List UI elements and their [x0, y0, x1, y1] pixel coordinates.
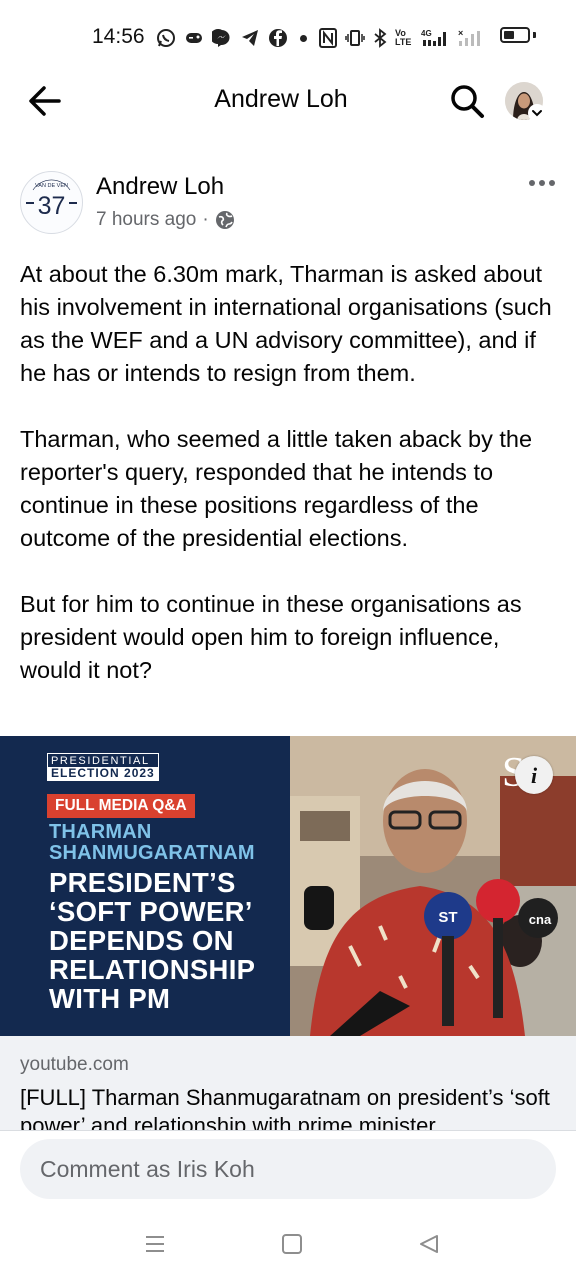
- whatsapp-icon: [157, 29, 175, 47]
- headline-line: PRESIDENT’S: [49, 867, 236, 898]
- post-paragraph: At about the 6.30m mark, Tharman is aske…: [20, 261, 552, 386]
- bluetooth-icon: [374, 28, 387, 48]
- election-badge-line2: ELECTION 2023: [48, 767, 158, 780]
- search-button[interactable]: [446, 80, 488, 122]
- volte-label: Vo LTE: [395, 28, 412, 47]
- thumbnail-headline: PRESIDENT’S ‘SOFT POWER’ DEPENDS ON RELA…: [49, 868, 255, 1013]
- post-text: At about the 6.30m mark, Tharman is aske…: [20, 258, 560, 720]
- facebook-icon: [269, 29, 287, 47]
- telegram-icon: [242, 30, 258, 46]
- notification-icons: Vo LTE 4G ×: [156, 25, 481, 51]
- nav-back-button[interactable]: [418, 1233, 440, 1255]
- election-badge-word: ELECTION: [51, 766, 120, 780]
- signal-weak-icon: ×: [458, 28, 481, 46]
- messenger-icon: [212, 29, 230, 47]
- signal-4g-icon: 4G: [421, 29, 447, 46]
- meta-separator: ·: [202, 209, 209, 230]
- nfc-icon: [319, 28, 337, 48]
- globe-icon: [215, 211, 234, 229]
- avatar-arc-text: VAN DE VEN: [35, 183, 68, 189]
- author-name[interactable]: Andrew Loh: [96, 173, 224, 201]
- search-icon: [451, 85, 484, 118]
- info-button[interactable]: i: [515, 756, 553, 794]
- comment-input[interactable]: [20, 1139, 556, 1199]
- link-title: [FULL] Tharman Shanmugaratnam on preside…: [20, 1085, 550, 1130]
- media-qa-label: FULL MEDIA Q&A: [47, 794, 195, 818]
- profile-menu-chevron[interactable]: [528, 104, 546, 122]
- link-preview-thumbnail[interactable]: PRESIDENTIAL ELECTION 2023 FULL MEDIA Q&…: [0, 736, 576, 1036]
- post-paragraph: But for him to continue in these organis…: [20, 591, 522, 683]
- headline-line: ‘SOFT POWER’: [49, 896, 253, 927]
- link-domain: youtube.com: [20, 1054, 129, 1075]
- svg-text:4G: 4G: [421, 29, 432, 38]
- avatar-number: 37: [38, 192, 66, 220]
- triangle-back-icon: [420, 1235, 438, 1253]
- election-badge-year: 2023: [124, 766, 155, 780]
- author-avatar[interactable]: VAN DE VEN 37: [20, 171, 83, 234]
- mic-cna-label: cna: [529, 912, 552, 927]
- arrow-left-icon: [29, 86, 61, 116]
- thumbnail-name-line1: THARMAN: [49, 821, 152, 843]
- battery-cap: [533, 32, 536, 38]
- post-paragraph: Tharman, who seemed a little taken aback…: [20, 426, 533, 551]
- game-controller-icon: [186, 33, 202, 43]
- thumbnail-graphic-panel: PRESIDENTIAL ELECTION 2023 FULL MEDIA Q&…: [0, 736, 290, 1036]
- info-icon: i: [531, 763, 538, 788]
- headline-line: RELATIONSHIP: [49, 954, 256, 985]
- back-button[interactable]: [24, 80, 66, 122]
- headline-line: WITH PM: [49, 983, 171, 1014]
- svg-text:×: ×: [458, 28, 463, 38]
- post-meta: 7 hours ago ·: [96, 209, 235, 231]
- more-horizontal-icon: [529, 180, 555, 186]
- nav-home-button[interactable]: [282, 1234, 302, 1254]
- page-title: Andrew Loh: [214, 85, 348, 113]
- thumbnail-name-line2: SHANMUGARATNAM: [49, 842, 255, 864]
- info-icon-label: i: [531, 763, 538, 788]
- battery-level-fill: [504, 31, 514, 39]
- nav-recents-button[interactable]: [144, 1233, 166, 1255]
- menu-lines-icon: [146, 1236, 164, 1252]
- vibrate-icon: [345, 30, 365, 46]
- post-options-button[interactable]: [525, 170, 559, 198]
- mic-st-label: ST: [438, 909, 457, 926]
- thumbnail-name: THARMAN SHANMUGARATNAM: [49, 822, 255, 864]
- status-time: 14:56: [92, 25, 145, 48]
- dot-icon: [300, 34, 307, 42]
- status-bar: 14:56 Vo LTE 4G ×: [0, 0, 576, 72]
- post-time[interactable]: 7 hours ago: [96, 209, 196, 231]
- chevron-down-icon: [532, 110, 542, 117]
- link-preview-details[interactable]: youtube.com [FULL] Tharman Shanmugaratna…: [0, 1036, 576, 1130]
- battery-icon: [500, 27, 530, 43]
- jersey-37-icon: VAN DE VEN 37: [26, 179, 77, 220]
- headline-line: DEPENDS ON: [49, 925, 234, 956]
- election-badge: PRESIDENTIAL ELECTION 2023: [47, 753, 159, 781]
